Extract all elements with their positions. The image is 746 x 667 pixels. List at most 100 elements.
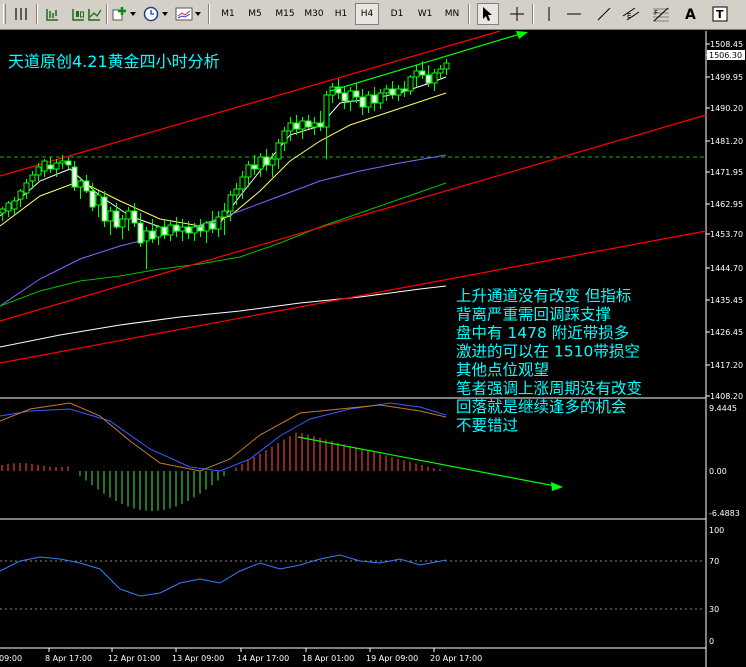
tf-m15-label: M15 xyxy=(275,9,295,19)
template-icon xyxy=(175,7,193,21)
bar-chart-icon xyxy=(46,9,58,21)
candle-body xyxy=(83,180,90,192)
time-label: 19 Apr 09:00 xyxy=(366,654,418,663)
price-label: 1444.70 xyxy=(710,264,743,273)
equidistant-channel-button[interactable]: E xyxy=(620,3,642,25)
line-chart-button[interactable] xyxy=(83,3,105,25)
candle-body xyxy=(317,122,324,128)
macd-axis-label: -6.4883 xyxy=(709,509,740,518)
tf-m15-button[interactable]: M15 xyxy=(271,3,299,25)
horizontal-line-button[interactable] xyxy=(563,3,585,25)
new-chart-dropdown[interactable] xyxy=(129,3,137,25)
channel-icon: E xyxy=(622,7,640,21)
tf-d1-label: D1 xyxy=(390,9,404,19)
candle-body xyxy=(341,92,348,102)
time-label: 12 Apr 01:00 xyxy=(108,654,160,663)
tf-d1-button[interactable]: D1 xyxy=(385,3,409,25)
rsi-axis-label: 70 xyxy=(709,557,719,566)
annotation-line: 其他点位观望 xyxy=(456,361,549,379)
candle-body xyxy=(0,208,6,214)
candle-body xyxy=(41,160,48,172)
templates-button[interactable] xyxy=(173,3,195,25)
tf-h4-button[interactable]: H4 xyxy=(355,3,379,25)
crosshair-button[interactable] xyxy=(506,3,528,25)
toolbar-grip[interactable] xyxy=(3,4,6,24)
candle-body xyxy=(239,176,246,190)
candle-body xyxy=(395,88,402,96)
candle-body xyxy=(413,70,420,78)
tf-h1-button[interactable]: H1 xyxy=(329,3,353,25)
candle-body xyxy=(431,72,438,84)
candle-body xyxy=(167,224,174,236)
price-label: 1462.95 xyxy=(710,200,743,209)
candle-body xyxy=(401,88,408,92)
rsi-axis-label: 100 xyxy=(709,526,724,535)
candle-body xyxy=(191,226,198,234)
periodicity-dropdown[interactable] xyxy=(161,3,169,25)
cursor-button[interactable] xyxy=(477,3,499,25)
time-label: 7 Apr 09:00 xyxy=(0,654,22,663)
tf-mn-button[interactable]: MN xyxy=(440,3,464,25)
chevron-down-icon xyxy=(162,12,168,16)
candle-body xyxy=(59,160,66,164)
tf-m1-button[interactable]: M1 xyxy=(216,3,240,25)
line-chart-icon xyxy=(88,9,102,21)
period-separators-button[interactable] xyxy=(10,3,32,25)
tf-m30-label: M30 xyxy=(304,9,324,19)
text-label-button[interactable]: T xyxy=(709,3,731,25)
candle-body xyxy=(269,158,276,166)
tf-w1-button[interactable]: W1 xyxy=(413,3,437,25)
bar-chart-button[interactable] xyxy=(41,3,63,25)
candle-body xyxy=(11,200,18,210)
rsi-axis-label: 30 xyxy=(709,605,719,614)
candle-body xyxy=(311,122,318,128)
text-label-icon: T xyxy=(712,6,728,22)
text-button[interactable]: A xyxy=(681,3,699,25)
current-price-label: 1506.30 xyxy=(709,51,742,60)
candle-body xyxy=(323,94,330,128)
candle-body xyxy=(149,230,156,240)
candle-body xyxy=(299,120,306,130)
tf-m1-label: M1 xyxy=(221,9,235,19)
candle-body xyxy=(179,226,186,232)
text-icon: A xyxy=(685,7,696,21)
candle-body xyxy=(155,226,162,238)
candle-body xyxy=(95,194,102,206)
candle-body xyxy=(113,210,120,228)
candle-body xyxy=(245,164,252,178)
chevron-down-icon xyxy=(195,12,201,16)
vertical-line-button[interactable] xyxy=(538,3,560,25)
fibonacci-button[interactable]: F xyxy=(650,3,672,25)
new-chart-button[interactable] xyxy=(108,3,130,25)
tf-m5-button[interactable]: M5 xyxy=(243,3,267,25)
time-label: 8 Apr 17:00 xyxy=(45,654,92,663)
candle-body xyxy=(161,226,168,236)
trendline-icon xyxy=(597,7,611,21)
price-label: 1471.95 xyxy=(710,168,743,177)
candle-body xyxy=(47,164,54,170)
candle-body xyxy=(281,130,288,144)
macd-axis-label: 0.00 xyxy=(709,467,727,476)
trendline-button[interactable] xyxy=(593,3,615,25)
time-label: 13 Apr 09:00 xyxy=(172,654,224,663)
templates-dropdown[interactable] xyxy=(194,3,202,25)
vertical-lines-icon xyxy=(15,8,27,20)
tf-h1-label: H1 xyxy=(334,9,348,19)
candle-body xyxy=(407,76,414,92)
price-label: 1499.95 xyxy=(710,73,743,82)
candle-body xyxy=(185,226,192,234)
tf-m30-button[interactable]: M30 xyxy=(300,3,328,25)
svg-text:E: E xyxy=(627,12,631,20)
candle-body xyxy=(53,162,60,170)
candle-body xyxy=(197,226,204,232)
clock-icon xyxy=(143,6,159,22)
candle-body xyxy=(101,196,108,222)
price-chart[interactable]: 天道原创4.21黄金四小时分析 上升通道没有改变 但指标背离严重需回调踩支撑盘中… xyxy=(0,31,746,667)
cursor-arrow-icon xyxy=(483,7,492,21)
candle-body xyxy=(221,210,228,218)
candle-body xyxy=(173,224,180,232)
candle-body xyxy=(29,174,36,182)
periodicity-button[interactable] xyxy=(140,3,162,25)
candle-body xyxy=(425,74,432,84)
time-label: 18 Apr 01:00 xyxy=(302,654,354,663)
